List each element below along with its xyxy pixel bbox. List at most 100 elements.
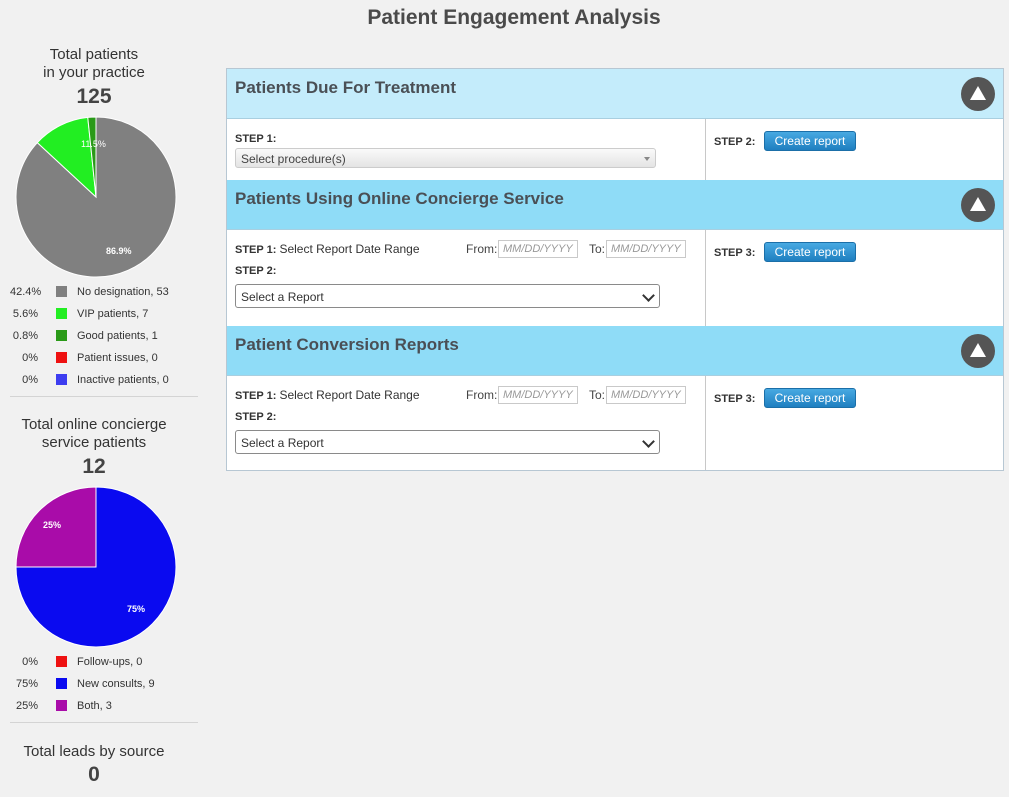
from-label: From: xyxy=(466,388,498,402)
create-report-button[interactable]: Create report xyxy=(764,242,856,262)
legend-swatch xyxy=(56,700,67,711)
collapse-up-icon xyxy=(970,86,986,100)
leads-by-source-title: Total leads by source xyxy=(23,743,165,760)
section-header-online-concierge: Patients Using Online Concierge Service xyxy=(227,180,1003,230)
legend-label: VIP patients, 7 xyxy=(77,308,149,320)
column-divider xyxy=(705,119,706,180)
collapse-button[interactable] xyxy=(961,334,995,368)
legend-row: 0.8% Good patients, 1 xyxy=(10,326,198,348)
pie-label-vip: 11.5% xyxy=(81,139,106,149)
caret-down-icon xyxy=(644,157,650,161)
step1-label: STEP 1: Select Report Date Range xyxy=(235,242,420,256)
legend-pct: 0% xyxy=(22,656,38,668)
legend-pct: 42.4% xyxy=(10,286,42,298)
concierge-title-line2: service patients xyxy=(41,434,147,451)
step1-description: Select Report Date Range xyxy=(279,388,420,402)
legend-label: No designation, 53 xyxy=(77,286,169,298)
from-label: From: xyxy=(466,242,498,256)
column-divider xyxy=(705,376,706,470)
procedure-select[interactable]: Select procedure(s) xyxy=(235,148,656,168)
section-title: Patients Due For Treatment xyxy=(235,78,457,97)
concierge-pie-chart: 25% 75% xyxy=(15,486,177,648)
step1-label: STEP 1: Select Report Date Range xyxy=(235,388,420,402)
legend-pct: 25% xyxy=(15,700,38,712)
legend-swatch xyxy=(56,374,67,385)
legend-pct: 75% xyxy=(15,678,38,690)
section-title: Patients Using Online Concierge Service xyxy=(235,189,564,208)
step1-label-text: STEP 1: xyxy=(235,390,277,402)
step2-label: STEP 2: xyxy=(235,265,277,277)
step2-label: STEP 2: xyxy=(235,411,277,423)
legend-row: 5.6% VIP patients, 7 xyxy=(10,304,198,326)
legend-label: Follow-ups, 0 xyxy=(77,656,143,668)
procedure-select-value: Select procedure(s) xyxy=(241,152,346,166)
concierge-patients-title: Total online concierge service patients xyxy=(10,416,178,452)
section-body-conversion: STEP 1: Select Report Date Range From: M… xyxy=(227,376,1003,470)
pie-label-no-designation: 86.9% xyxy=(106,246,132,256)
to-label: To: xyxy=(589,242,606,256)
page-title: Patient Engagement Analysis xyxy=(367,6,661,29)
legend-row: 0% Follow-ups, 0 xyxy=(10,652,198,674)
legend-pct: 0% xyxy=(22,374,38,386)
legend-swatch xyxy=(56,308,67,319)
total-patients-title: Total patients in your practice xyxy=(10,46,178,82)
chevron-down-icon xyxy=(642,435,655,448)
collapse-button[interactable] xyxy=(961,188,995,222)
legend-label: Inactive patients, 0 xyxy=(77,374,169,386)
section-title: Patient Conversion Reports xyxy=(235,335,459,354)
concierge-legend: 0% Follow-ups, 0 75% New consults, 9 25%… xyxy=(10,652,198,718)
report-select[interactable]: Select a Report xyxy=(235,430,660,454)
section-header-conversion: Patient Conversion Reports xyxy=(227,326,1003,376)
legend-label: Both, 3 xyxy=(77,700,112,712)
concierge-title-line1: Total online concierge xyxy=(21,416,167,433)
pie-label-new-consults: 75% xyxy=(127,604,145,614)
legend-row: 0% Patient issues, 0 xyxy=(10,348,198,370)
legend-pct: 5.6% xyxy=(12,308,38,320)
legend-row: 75% New consults, 9 xyxy=(10,674,198,696)
legend-pct: 0.8% xyxy=(12,330,38,342)
to-date-input[interactable]: MM/DD/YYYY xyxy=(606,386,686,404)
section-header-due-treatment: Patients Due For Treatment xyxy=(227,69,1003,119)
legend-swatch xyxy=(56,656,67,667)
from-date-input[interactable]: MM/DD/YYYY xyxy=(498,386,578,404)
leads-by-source-count: 0 xyxy=(88,763,100,786)
step1-label-text: STEP 1: xyxy=(235,244,277,256)
legend-label: Patient issues, 0 xyxy=(77,352,158,364)
from-date-input[interactable]: MM/DD/YYYY xyxy=(498,240,578,258)
legend-swatch xyxy=(56,352,67,363)
create-report-button[interactable]: Create report xyxy=(764,131,856,151)
legend-label: Good patients, 1 xyxy=(77,330,158,342)
patients-legend: 42.4% No designation, 53 5.6% VIP patien… xyxy=(10,282,198,392)
to-date-input[interactable]: MM/DD/YYYY xyxy=(606,240,686,258)
report-select[interactable]: Select a Report xyxy=(235,284,660,308)
divider xyxy=(10,396,198,397)
divider xyxy=(10,722,198,723)
step3-label: STEP 3: xyxy=(714,247,756,259)
reports-panel: Patients Due For Treatment STEP 1: Selec… xyxy=(226,68,1004,471)
pie-label-both: 25% xyxy=(43,520,61,530)
report-select-value: Select a Report xyxy=(241,436,324,450)
patients-pie-chart: 11.5% 86.9% xyxy=(15,116,177,278)
step1-description: Select Report Date Range xyxy=(279,242,420,256)
legend-swatch xyxy=(56,286,67,297)
collapse-button[interactable] xyxy=(961,77,995,111)
legend-label: New consults, 9 xyxy=(77,678,155,690)
total-patients-title-line2: in your practice xyxy=(43,64,145,81)
concierge-patients-count: 12 xyxy=(82,455,106,478)
step2-label: STEP 2: xyxy=(714,136,756,148)
legend-swatch xyxy=(56,330,67,341)
collapse-up-icon xyxy=(970,343,986,357)
legend-pct: 0% xyxy=(22,352,38,364)
legend-swatch xyxy=(56,678,67,689)
collapse-up-icon xyxy=(970,197,986,211)
to-label: To: xyxy=(589,388,606,402)
total-patients-title-line1: Total patients xyxy=(49,46,139,63)
section-body-online-concierge: STEP 1: Select Report Date Range From: M… xyxy=(227,230,1003,326)
report-select-value: Select a Report xyxy=(241,290,324,304)
step3-label: STEP 3: xyxy=(714,393,756,405)
chevron-down-icon xyxy=(642,289,655,302)
total-patients-count: 125 xyxy=(76,85,112,108)
create-report-button[interactable]: Create report xyxy=(764,388,856,408)
section-body-due-treatment: STEP 1: Select procedure(s) STEP 2: Crea… xyxy=(227,119,1003,180)
legend-row: 42.4% No designation, 53 xyxy=(10,282,198,304)
